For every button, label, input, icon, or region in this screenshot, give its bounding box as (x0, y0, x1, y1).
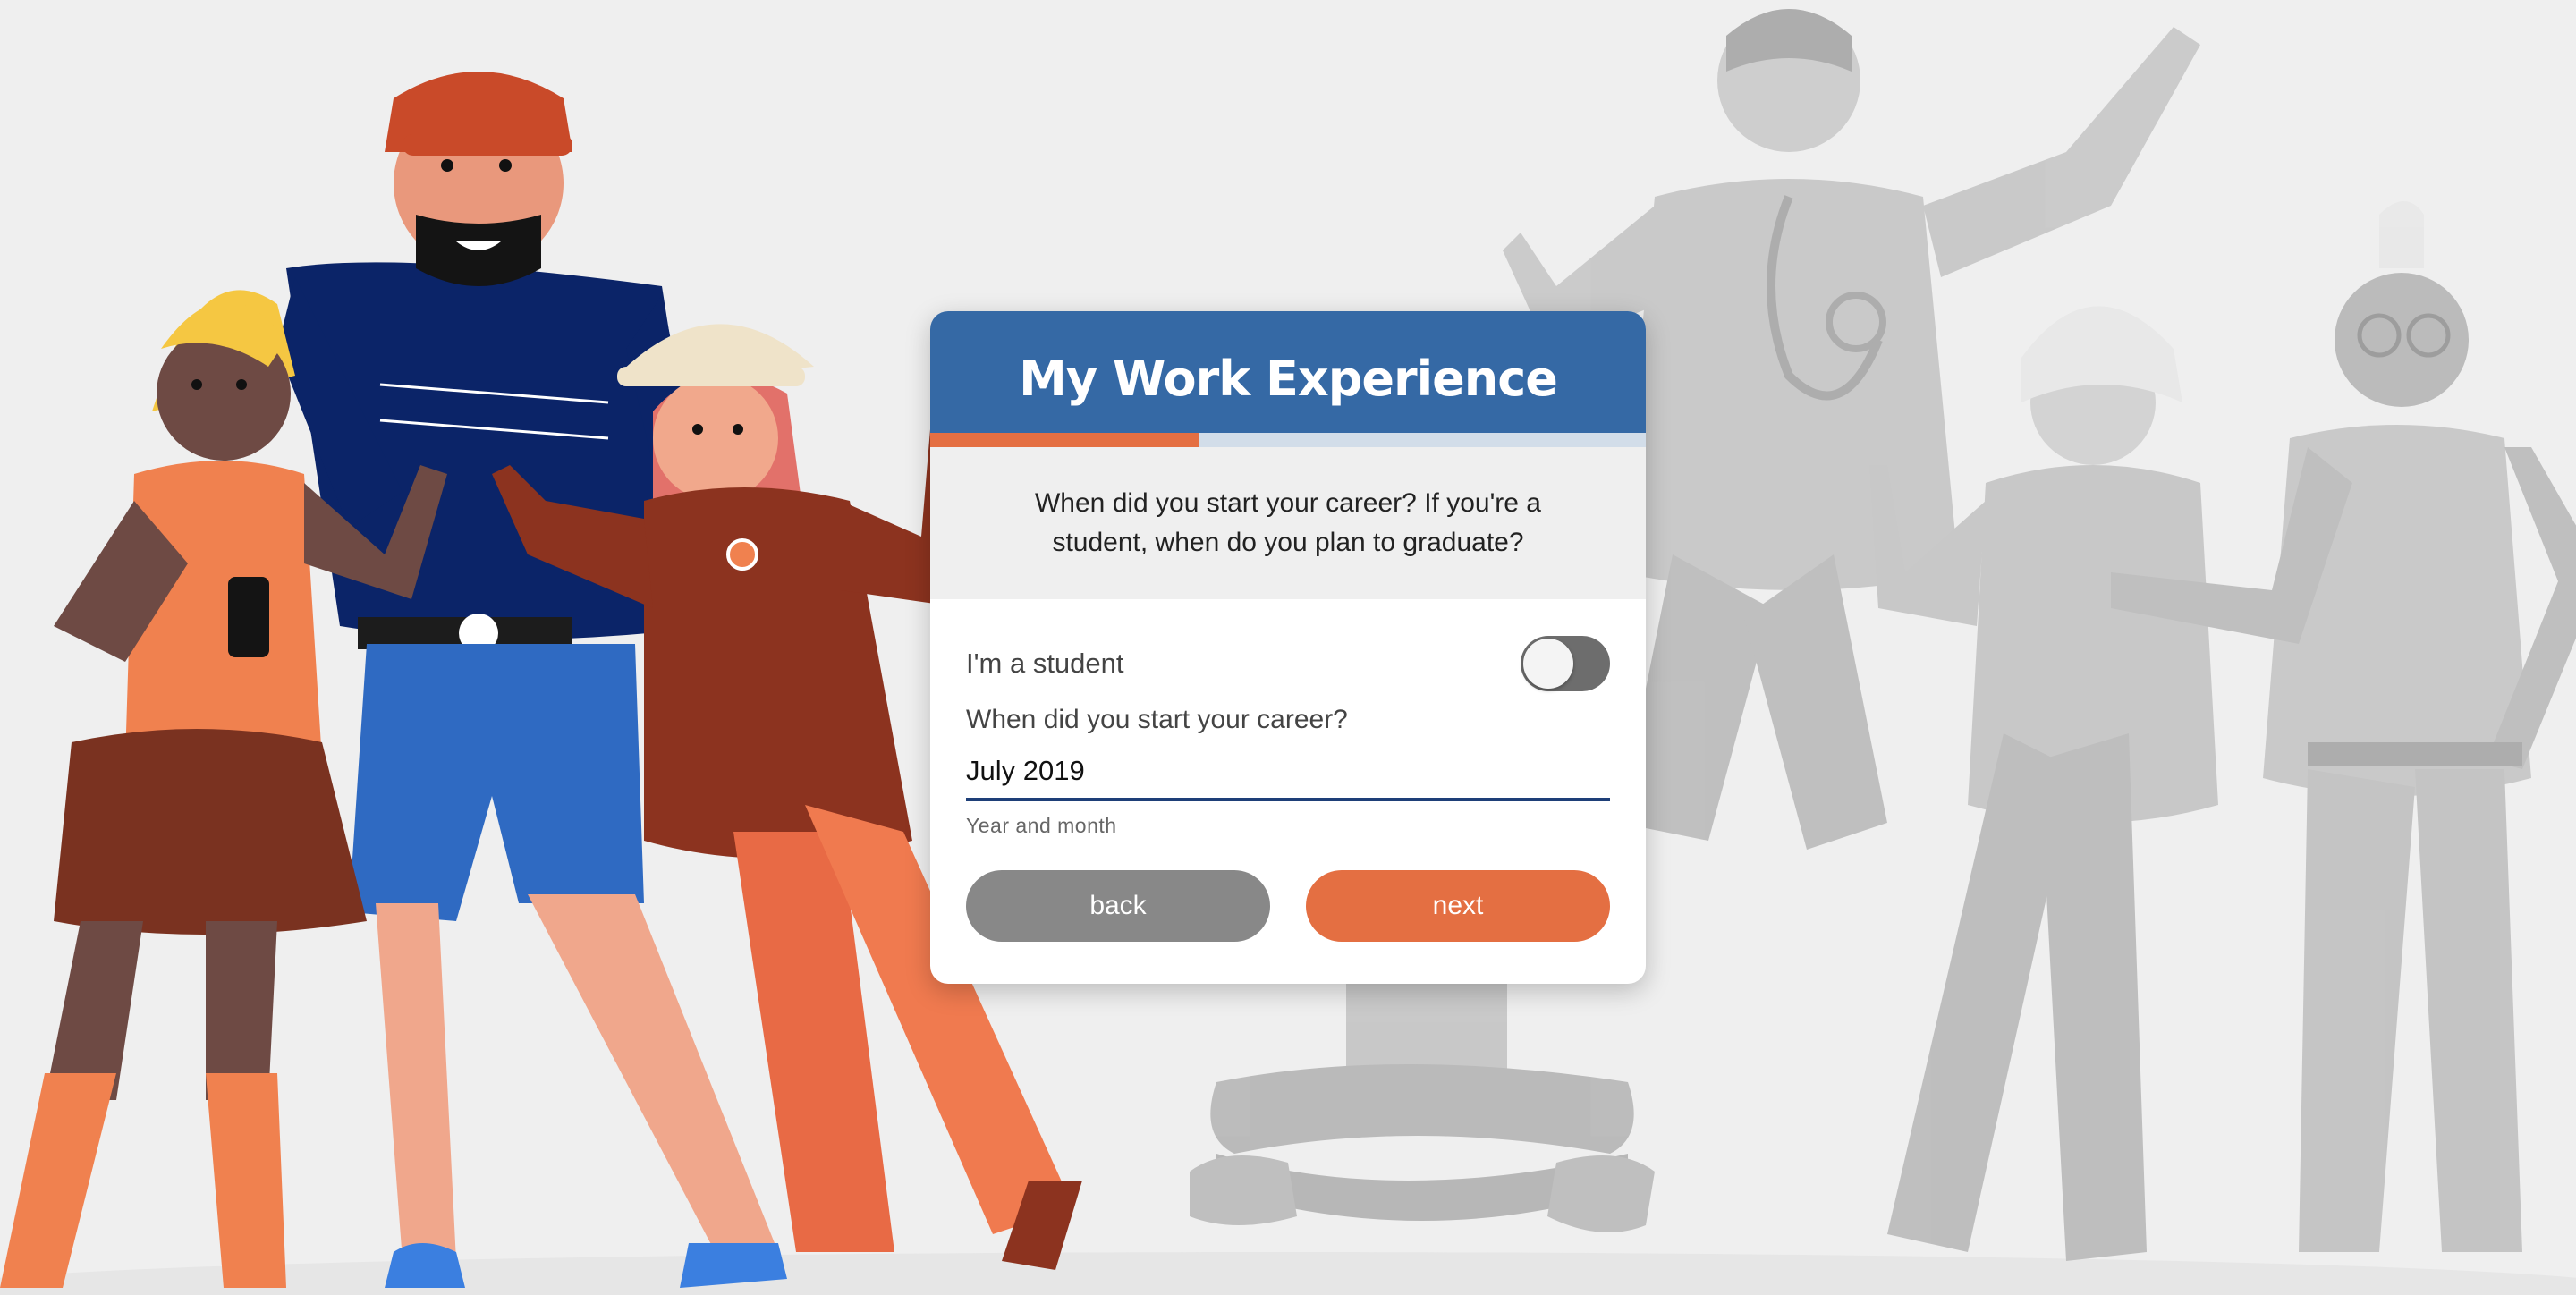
progress-bar (930, 433, 1646, 447)
student-toggle-row: I'm a student (966, 633, 1610, 694)
career-start-helper: Year and month (966, 814, 1117, 837)
form: I'm a student When did you start your ca… (930, 633, 1646, 942)
question-text: When did you start your career? If you'r… (930, 447, 1646, 599)
progress-bar-fill (930, 433, 1199, 447)
career-start-label: When did you start your career? (966, 705, 1348, 734)
next-button[interactable]: next (1306, 870, 1610, 942)
student-toggle-label: I'm a student (966, 648, 1124, 679)
back-button[interactable]: back (966, 870, 1270, 942)
career-start-input[interactable] (966, 748, 1610, 801)
button-row: back next (966, 870, 1610, 942)
work-experience-card: My Work Experience When did you start yo… (930, 311, 1646, 984)
card-header: My Work Experience (930, 311, 1646, 433)
page: My Work Experience When did you start yo… (0, 0, 2576, 1295)
toggle-knob (1523, 639, 1573, 689)
floor-shadow (0, 1252, 2576, 1295)
card-title: My Work Experience (1019, 350, 1558, 407)
student-toggle[interactable] (1521, 636, 1610, 691)
